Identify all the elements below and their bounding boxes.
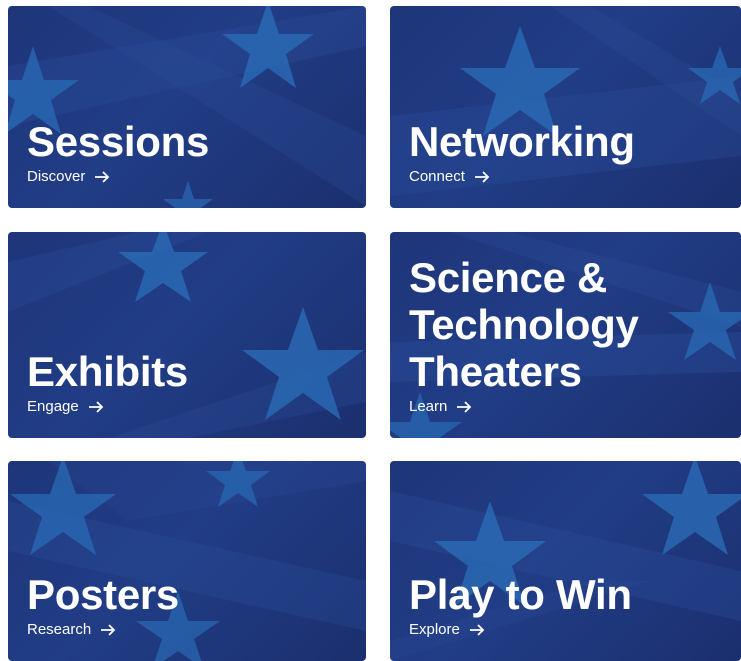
play-to-win-card[interactable]: Play to Win Explore	[390, 461, 741, 661]
learn-link[interactable]: Learn	[409, 398, 472, 416]
explore-link[interactable]: Explore	[409, 621, 485, 639]
link-label: Engage	[27, 398, 79, 415]
link-label: Learn	[409, 398, 448, 415]
link-label: Connect	[409, 168, 465, 185]
card-content: Posters Research	[27, 571, 356, 639]
discover-link[interactable]: Discover	[27, 168, 110, 186]
networking-card[interactable]: Networking Connect	[390, 6, 741, 208]
card-content: Networking Connect	[409, 118, 731, 186]
sessions-card[interactable]: Sessions Discover	[8, 6, 366, 208]
connect-link[interactable]: Connect	[409, 168, 490, 186]
arrow-right-icon	[469, 624, 485, 636]
link-label: Research	[27, 621, 92, 638]
card-content: Play to Win Explore	[409, 571, 731, 639]
card-title: Posters	[27, 571, 179, 618]
card-title: Exhibits	[27, 348, 188, 395]
card-title: Play to Win	[409, 571, 632, 618]
posters-card[interactable]: Posters Research	[8, 461, 366, 661]
feature-card-grid: Sessions Discover Networking Connect Exh…	[0, 0, 741, 661]
exhibits-card[interactable]: Exhibits Engage	[8, 232, 366, 438]
arrow-right-icon	[474, 171, 490, 183]
research-link[interactable]: Research	[27, 621, 116, 639]
engage-link[interactable]: Engage	[27, 398, 104, 416]
card-content: Sessions Discover	[27, 118, 356, 186]
card-title: Sessions	[27, 118, 210, 165]
card-title: Science & Technology Theaters	[409, 254, 639, 395]
link-label: Explore	[409, 621, 460, 638]
arrow-right-icon	[88, 401, 103, 413]
arrow-right-icon	[457, 401, 472, 413]
link-label: Discover	[27, 168, 86, 185]
card-content: Exhibits Engage	[27, 348, 356, 416]
star-icon	[642, 461, 741, 555]
card-content: Science & Technology Theaters Learn	[409, 254, 731, 416]
card-title: Networking	[409, 118, 635, 165]
arrow-right-icon	[95, 171, 110, 183]
arrow-right-icon	[101, 624, 116, 636]
science-technology-theaters-card[interactable]: Science & Technology Theaters Learn	[390, 232, 741, 438]
